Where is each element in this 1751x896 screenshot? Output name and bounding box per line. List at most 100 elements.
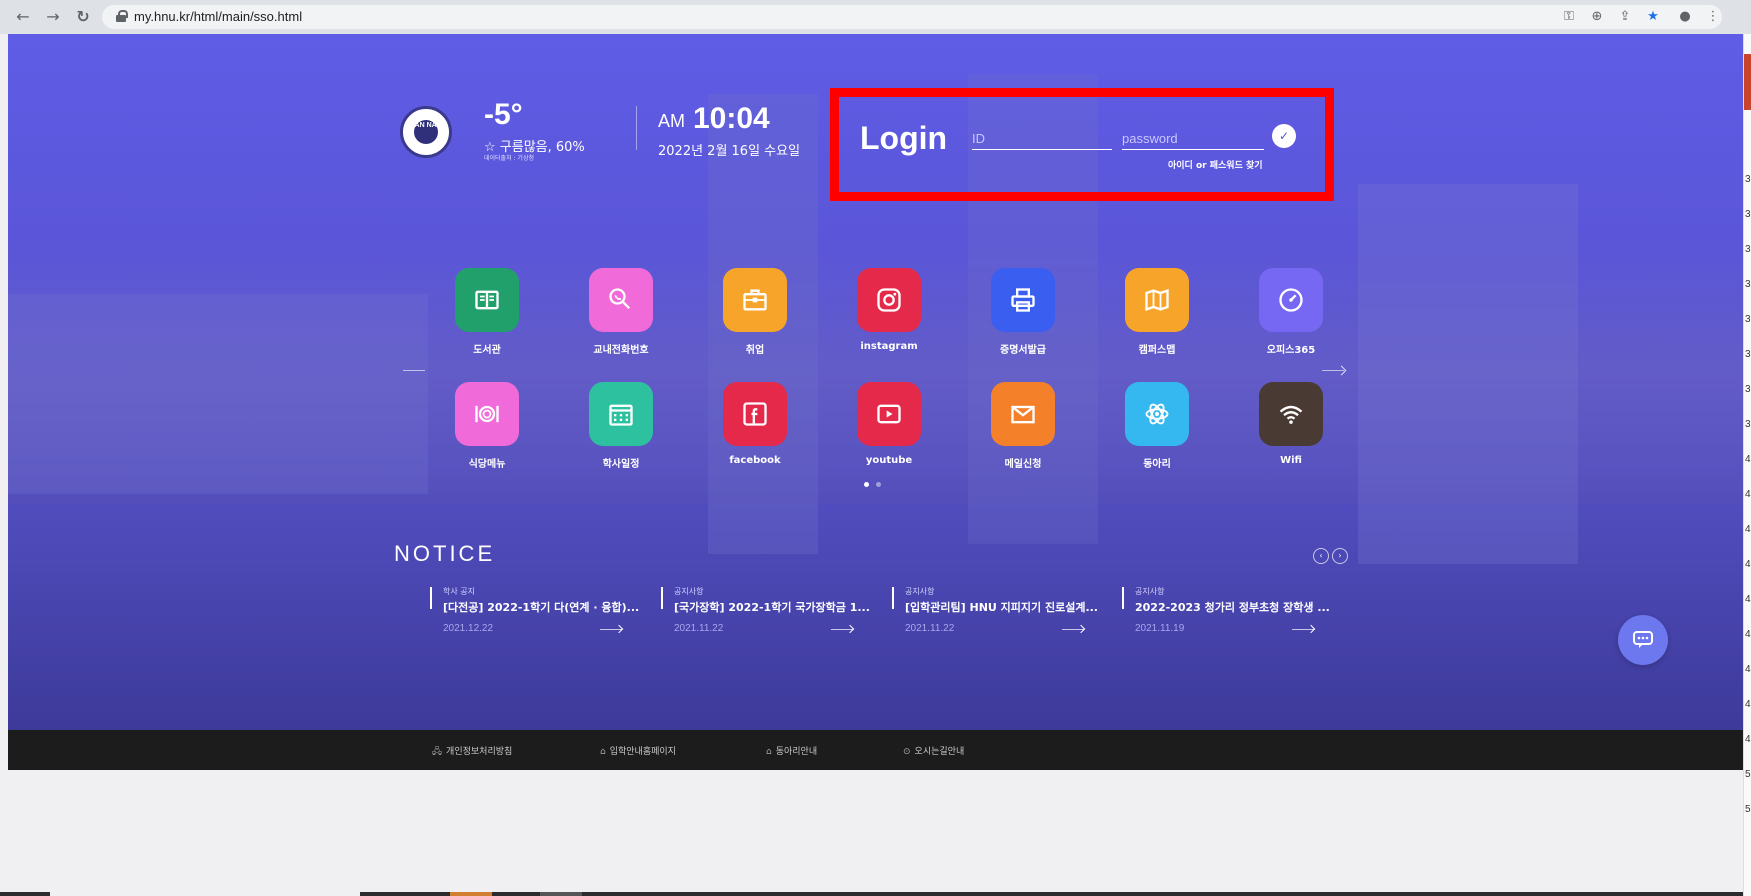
edge-number: 3 (1745, 174, 1751, 185)
login-submit-button[interactable]: ✓ (1272, 124, 1296, 148)
address-bar[interactable]: my.hnu.kr/html/main/sso.html (102, 5, 1722, 29)
edge-number: 3 (1745, 419, 1751, 430)
reload-icon[interactable]: ↻ (72, 6, 94, 28)
atom-icon (1125, 382, 1189, 446)
footer-link-icon: ⌂ (766, 747, 772, 757)
app-label: 식당메뉴 (468, 459, 506, 470)
app-label: 교내전화번호 (593, 345, 649, 356)
app-label: facebook (729, 455, 781, 466)
slide-dot[interactable] (876, 482, 881, 487)
notice-category: 공지사항 (1135, 587, 1165, 596)
slide-dot-active[interactable] (864, 482, 869, 487)
app-label: instagram (860, 341, 918, 352)
app-instagram[interactable]: instagram (834, 268, 944, 352)
edge-number: 4 (1745, 454, 1751, 465)
login-title: Login (860, 120, 948, 156)
facebook-icon (723, 382, 787, 446)
clock-ampm: AM (658, 111, 685, 131)
chat-icon (1633, 631, 1653, 648)
menu-icon[interactable]: ⋮ (1702, 6, 1724, 28)
app-speedometer[interactable]: 오피스365 (1236, 268, 1346, 356)
edge-number: 4 (1745, 629, 1751, 640)
id-input[interactable] (972, 128, 1112, 150)
notice-bar (661, 587, 663, 609)
notice-date: 2021.11.19 (1135, 623, 1185, 634)
share-icon[interactable]: ⇪ (1614, 6, 1636, 28)
university-logo: HAN NAM (400, 106, 452, 158)
page-blank-area (8, 770, 1743, 892)
app-briefcase[interactable]: 취업 (700, 268, 810, 356)
temperature: -5° (484, 98, 523, 131)
notice-bar (892, 587, 894, 609)
arrow-right-icon[interactable] (1292, 629, 1314, 630)
find-account-link[interactable]: 아이디 or 패스워드 찾기 (1168, 158, 1263, 171)
edge-number: 4 (1745, 489, 1751, 500)
arrow-right-icon[interactable] (831, 629, 853, 630)
app-label: 오피스365 (1266, 345, 1316, 356)
notice-title-text[interactable]: 2022-2023 청가리 정부초청 장학생 ... (1135, 599, 1330, 615)
notice-category: 공지사항 (674, 587, 704, 596)
checkmark-icon: ✓ (1278, 129, 1290, 143)
mail-icon (991, 382, 1055, 446)
app-youtube[interactable]: youtube (834, 382, 944, 466)
notice-title-text[interactable]: [국가장학] 2022-1학기 국가장학금 1... (674, 599, 870, 615)
notice-prev-icon[interactable]: ‹ (1313, 548, 1329, 564)
app-calendar[interactable]: 학사일정 (566, 382, 676, 470)
app-atom[interactable]: 동아리 (1102, 382, 1212, 470)
footer-link[interactable]: 🖧 개인정보처리방침 (432, 744, 512, 760)
footer-link[interactable]: ⌂ 동아리안내 (766, 744, 817, 757)
briefcase-icon (723, 268, 787, 332)
password-input[interactable] (1122, 128, 1264, 150)
app-printer[interactable]: 증명서발급 (968, 268, 1078, 356)
footer-link-icon: ⌂ (600, 747, 606, 757)
star-icon[interactable]: ★ (1642, 6, 1664, 28)
back-icon[interactable]: ← (12, 6, 34, 28)
taskbar (0, 892, 1743, 896)
app-facebook[interactable]: facebook (700, 382, 810, 466)
app-label: 메일신청 (1004, 459, 1042, 470)
footer-link-icon: ⊙ (903, 747, 911, 757)
notice-date: 2021.11.22 (905, 623, 955, 634)
app-phone[interactable]: 교내전화번호 (566, 268, 676, 356)
arrow-right-icon[interactable] (1062, 629, 1084, 630)
app-label: 증명서발급 (1000, 345, 1046, 356)
notice-title-text[interactable]: [입학관리팀] HNU 지피지기 진로설계... (905, 599, 1098, 615)
app-label: 캠퍼스맵 (1138, 345, 1176, 356)
edge-number: 4 (1745, 734, 1751, 745)
arrow-right-icon[interactable] (600, 629, 622, 630)
forward-icon[interactable]: → (42, 6, 64, 28)
app-book[interactable]: 도서관 (432, 268, 542, 356)
edge-number: 3 (1745, 384, 1751, 395)
notice-title: NOTICE (394, 541, 496, 566)
divider (636, 106, 637, 150)
next-arrow-icon[interactable] (1322, 370, 1344, 371)
chat-button[interactable] (1618, 615, 1668, 665)
app-mail[interactable]: 메일신청 (968, 382, 1078, 470)
footer-link[interactable]: ⊙ 오시는길안내 (903, 744, 964, 757)
notice-next-icon[interactable]: › (1332, 548, 1348, 564)
footer-link-label: 개인정보처리방침 (446, 747, 513, 757)
notice-category: 학사 공지 (443, 587, 475, 596)
footer-link[interactable]: ⌂ 입학안내홈페이지 (600, 744, 676, 757)
dining-icon (455, 382, 519, 446)
profile-icon[interactable]: ● (1674, 6, 1696, 28)
prev-arrow-icon[interactable] (403, 370, 425, 371)
app-label: 동아리 (1143, 459, 1171, 470)
clock-date: 2022년 2월 16일 수요일 (658, 144, 801, 159)
key-icon[interactable]: ⚿ (1558, 6, 1580, 28)
app-label: Wifi (1280, 455, 1302, 466)
notice-bar (430, 587, 432, 609)
app-wifi[interactable]: Wifi (1236, 382, 1346, 466)
edge-number: 5 (1745, 769, 1751, 780)
wifi-icon (1259, 382, 1323, 446)
app-dining[interactable]: 식당메뉴 (432, 382, 542, 470)
notice-title-text[interactable]: [다전공] 2022-1학기 다(연계 · 융합)... (443, 599, 639, 615)
app-map[interactable]: 캠퍼스맵 (1102, 268, 1212, 356)
calendar-icon (589, 382, 653, 446)
notice-bar (1122, 587, 1124, 609)
edge-number: 3 (1745, 279, 1751, 290)
zoom-icon[interactable]: ⊕ (1586, 6, 1608, 28)
edge-number: 4 (1745, 699, 1751, 710)
app-label: 학사일정 (602, 459, 640, 470)
phone-icon (589, 268, 653, 332)
